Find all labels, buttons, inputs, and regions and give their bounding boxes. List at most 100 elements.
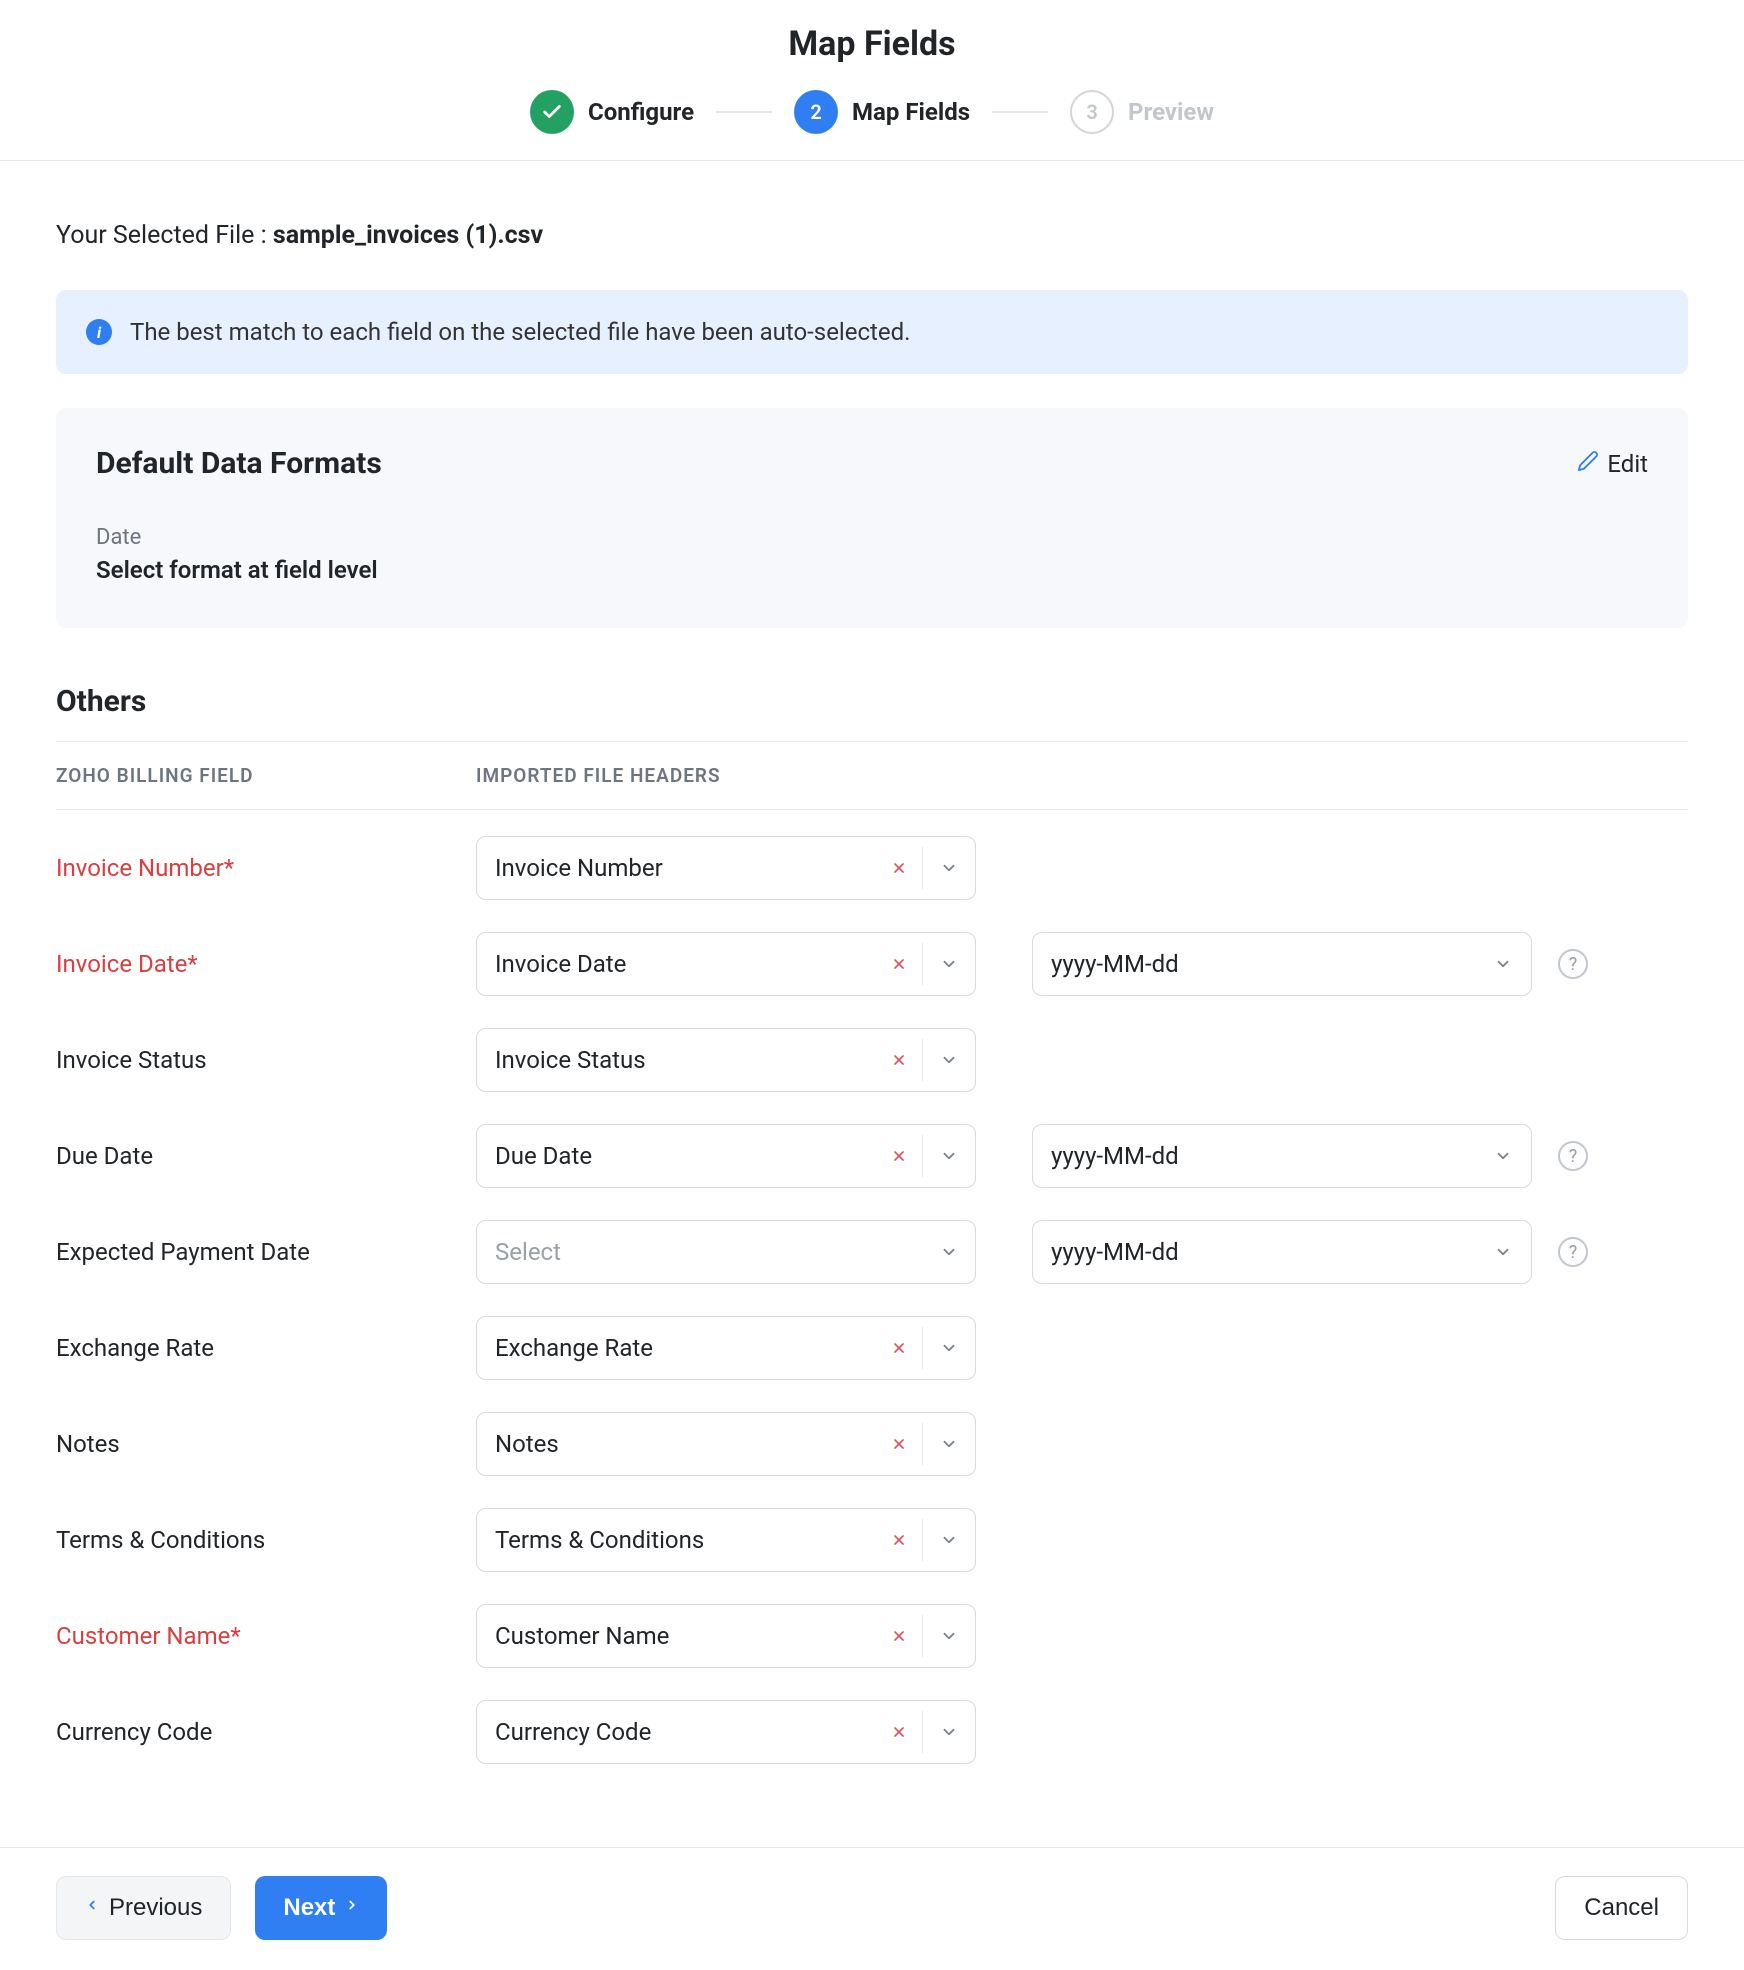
info-banner: i The best match to each field on the se… xyxy=(56,290,1688,374)
chevron-down-icon[interactable] xyxy=(923,1605,975,1667)
select-value: Notes xyxy=(477,1413,876,1475)
field-label: Due Date xyxy=(56,1142,476,1170)
clear-icon[interactable] xyxy=(876,1125,922,1187)
map-row: Exchange RateExchange Rate xyxy=(56,1290,1688,1386)
edit-label: Edit xyxy=(1607,450,1648,478)
step-separator xyxy=(716,111,772,113)
select-value: Select xyxy=(477,1221,923,1283)
step-label: Map Fields xyxy=(852,98,970,126)
next-label: Next xyxy=(283,1894,335,1922)
select-value: Invoice Number xyxy=(477,837,876,899)
pencil-icon xyxy=(1577,450,1599,478)
page-title: Map Fields xyxy=(0,24,1744,64)
map-row: NotesNotes xyxy=(56,1386,1688,1482)
clear-icon[interactable] xyxy=(876,1029,922,1091)
map-row: Customer Name*Customer Name xyxy=(56,1578,1688,1674)
date-format-label: Date xyxy=(96,525,1648,550)
map-row: Invoice Number*Invoice Number xyxy=(56,810,1688,906)
step-label: Configure xyxy=(588,98,694,126)
map-row: Currency CodeCurrency Code xyxy=(56,1674,1688,1770)
header-select[interactable]: Terms & Conditions xyxy=(476,1508,976,1572)
chevron-down-icon[interactable] xyxy=(923,1029,975,1091)
help-icon[interactable]: ? xyxy=(1558,949,1588,979)
header-select[interactable]: Currency Code xyxy=(476,1700,976,1764)
map-row: Invoice StatusInvoice Status xyxy=(56,1002,1688,1098)
cancel-button[interactable]: Cancel xyxy=(1555,1876,1688,1940)
clear-icon[interactable] xyxy=(876,1701,922,1763)
info-banner-text: The best match to each field on the sele… xyxy=(130,318,910,346)
clear-icon[interactable] xyxy=(876,1509,922,1571)
chevron-left-icon xyxy=(85,1895,99,1921)
clear-icon[interactable] xyxy=(876,1413,922,1475)
selected-file-name: sample_invoices (1).csv xyxy=(273,221,543,250)
chevron-down-icon[interactable] xyxy=(923,933,975,995)
select-value: Due Date xyxy=(477,1125,876,1187)
select-value: yyyy-MM-dd xyxy=(1033,1221,1475,1283)
mapping-table-header: ZOHO BILLING FIELD IMPORTED FILE HEADERS xyxy=(56,741,1688,810)
select-value: yyyy-MM-dd xyxy=(1033,933,1475,995)
chevron-down-icon[interactable] xyxy=(923,1509,975,1571)
chevron-down-icon[interactable] xyxy=(923,1221,975,1283)
previous-label: Previous xyxy=(109,1894,202,1922)
clear-icon[interactable] xyxy=(876,1317,922,1379)
field-label: Invoice Date* xyxy=(56,950,476,978)
header-select[interactable]: Invoice Status xyxy=(476,1028,976,1092)
header-select[interactable]: Invoice Date xyxy=(476,932,976,996)
check-icon xyxy=(530,90,574,134)
col-billing-field: ZOHO BILLING FIELD xyxy=(56,764,476,787)
select-value: yyyy-MM-dd xyxy=(1033,1125,1475,1187)
field-label: Terms & Conditions xyxy=(56,1526,476,1554)
map-row: Terms & ConditionsTerms & Conditions xyxy=(56,1482,1688,1578)
header-select[interactable]: Select xyxy=(476,1220,976,1284)
select-value: Currency Code xyxy=(477,1701,876,1763)
header-select[interactable]: Notes xyxy=(476,1412,976,1476)
selected-file-prefix: Your Selected File : xyxy=(56,221,273,250)
default-formats-card: Default Data Formats Edit Date Select fo… xyxy=(56,408,1688,628)
step-label: Preview xyxy=(1128,98,1214,126)
chevron-right-icon xyxy=(345,1895,359,1921)
chevron-down-icon[interactable] xyxy=(923,1317,975,1379)
stepper: Configure 2 Map Fields 3 Preview xyxy=(0,90,1744,134)
header-select[interactable]: Due Date xyxy=(476,1124,976,1188)
chevron-down-icon[interactable] xyxy=(1475,933,1531,995)
previous-button[interactable]: Previous xyxy=(56,1876,231,1940)
chevron-down-icon[interactable] xyxy=(1475,1221,1531,1283)
section-title-others: Others xyxy=(56,684,1688,719)
field-label: Currency Code xyxy=(56,1718,476,1746)
select-value: Exchange Rate xyxy=(477,1317,876,1379)
date-format-select[interactable]: yyyy-MM-dd xyxy=(1032,932,1532,996)
clear-icon[interactable] xyxy=(876,933,922,995)
header-select[interactable]: Exchange Rate xyxy=(476,1316,976,1380)
header-select[interactable]: Invoice Number xyxy=(476,836,976,900)
clear-icon[interactable] xyxy=(876,1605,922,1667)
edit-defaults-button[interactable]: Edit xyxy=(1577,450,1648,478)
chevron-down-icon[interactable] xyxy=(923,837,975,899)
info-icon: i xyxy=(86,319,112,345)
step-number-icon: 2 xyxy=(794,90,838,134)
step-separator xyxy=(992,111,1048,113)
help-icon[interactable]: ? xyxy=(1558,1237,1588,1267)
select-value: Invoice Date xyxy=(477,933,876,995)
select-value: Customer Name xyxy=(477,1605,876,1667)
date-format-select[interactable]: yyyy-MM-dd xyxy=(1032,1124,1532,1188)
chevron-down-icon[interactable] xyxy=(1475,1125,1531,1187)
date-format-select[interactable]: yyyy-MM-dd xyxy=(1032,1220,1532,1284)
select-value: Terms & Conditions xyxy=(477,1509,876,1571)
step-preview: 3 Preview xyxy=(1070,90,1214,134)
step-number-icon: 3 xyxy=(1070,90,1114,134)
chevron-down-icon[interactable] xyxy=(923,1125,975,1187)
chevron-down-icon[interactable] xyxy=(923,1413,975,1475)
select-value: Invoice Status xyxy=(477,1029,876,1091)
field-label: Invoice Status xyxy=(56,1046,476,1074)
header-select[interactable]: Customer Name xyxy=(476,1604,976,1668)
col-imported-headers: IMPORTED FILE HEADERS xyxy=(476,764,1688,787)
cancel-label: Cancel xyxy=(1584,1894,1659,1922)
field-label: Customer Name* xyxy=(56,1622,476,1650)
chevron-down-icon[interactable] xyxy=(923,1701,975,1763)
clear-icon[interactable] xyxy=(876,837,922,899)
map-row: Invoice Date*Invoice Date yyyy-MM-dd? xyxy=(56,906,1688,1002)
step-configure: Configure xyxy=(530,90,694,134)
help-icon[interactable]: ? xyxy=(1558,1141,1588,1171)
next-button[interactable]: Next xyxy=(255,1876,387,1940)
footer-bar: Previous Next Cancel xyxy=(0,1847,1744,1968)
